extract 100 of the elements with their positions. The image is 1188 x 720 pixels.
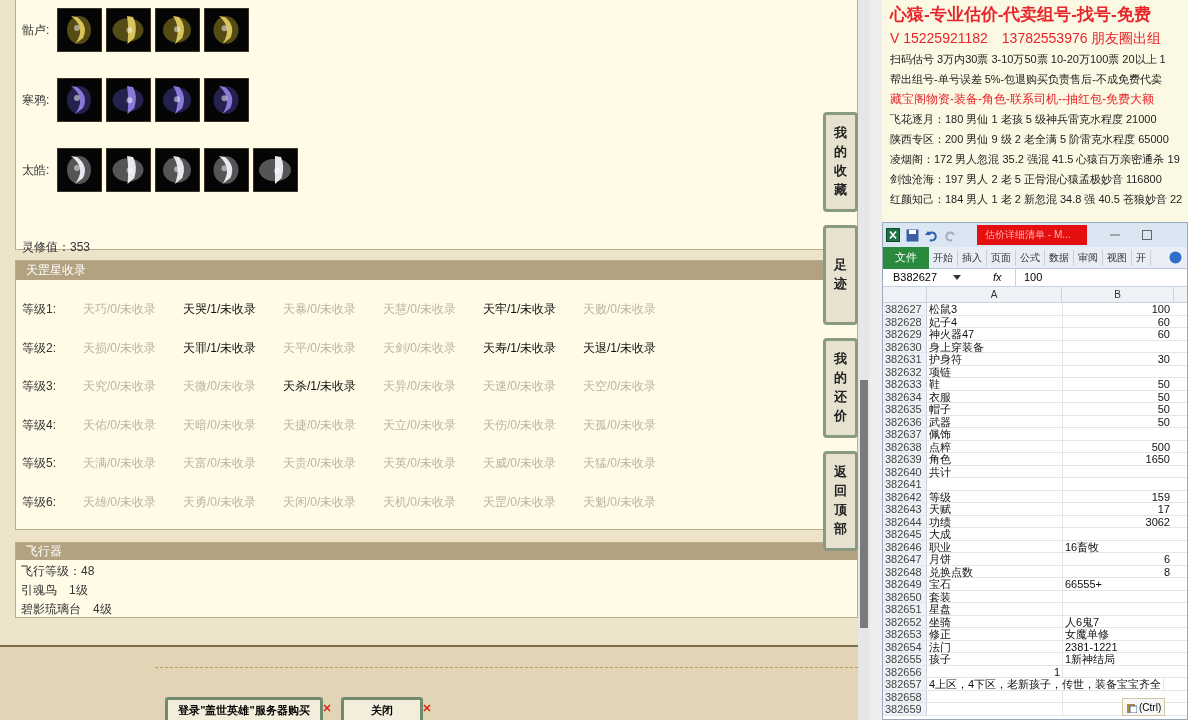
function-label[interactable]: fx (993, 269, 1015, 286)
table-cell: 50 (1062, 378, 1174, 390)
table-cell: 3062 (1062, 515, 1174, 527)
table-cell: 1650 (1062, 453, 1174, 465)
table-cell: 50 (1062, 415, 1174, 427)
row-header[interactable]: 382653 (883, 628, 927, 640)
window-title: 估价详细清单 - M... (977, 225, 1087, 245)
paste-options-button[interactable]: (Ctrl) (1122, 698, 1166, 716)
table-cell: 100 (1062, 303, 1174, 315)
ribbon-tab[interactable]: 插入 (958, 249, 987, 266)
action-button[interactable]: 关闭 (341, 697, 423, 720)
table-cell-text: 法门 (928, 640, 952, 652)
level-label: 等级2: (22, 339, 57, 357)
table-cell: 500 (1062, 440, 1174, 452)
table-cell-text: 功绩 (928, 515, 952, 527)
scrollbar[interactable] (858, 0, 870, 720)
star-entry: 天寿/1/未收录 (483, 339, 558, 357)
star-entry: 天魁/0/未收录 (583, 493, 658, 511)
row-header[interactable]: 382655 (883, 653, 927, 665)
star-entry: 天捷/0/未收录 (283, 416, 358, 434)
side-button[interactable]: 返回顶部 (823, 451, 858, 551)
table-cell-text: 佩饰 (928, 428, 952, 440)
spirit-value: 灵修值：353 (22, 239, 92, 256)
dropdown-caret-icon[interactable] (953, 274, 961, 281)
formula-field[interactable]: 100 (1015, 269, 1187, 286)
table-cell: 1新神结局 (1062, 653, 1174, 665)
star-entry: 天空/0/未收录 (583, 378, 658, 396)
table-cell: 159 (1062, 490, 1174, 502)
table-cell: 人6鬼7 (1062, 615, 1174, 627)
table-cell-text: 修正 (928, 628, 952, 640)
row-header[interactable]: 382643 (883, 503, 927, 515)
table-cell-text: 4上区，4下区，老新孩子，传世，装备宝宝齐全 (928, 678, 1163, 690)
star-entry: 天勇/0/未收录 (183, 493, 258, 511)
table-cell-text: 身上穿装备 (928, 340, 985, 352)
name-box[interactable]: B382627 (883, 269, 953, 286)
ribbon-tab[interactable]: 文件 (883, 246, 929, 269)
document-line: 陕西专区：200 男仙 9 级 2 老全满 5 阶雷克水程度 65000 (890, 132, 1170, 147)
star-entry: 天巧/0/未收录 (83, 301, 158, 319)
row-header[interactable]: 382631 (883, 353, 927, 365)
table-cell-text: 孩子 (928, 653, 952, 665)
row-header[interactable]: 382633 (883, 378, 927, 390)
star-entry: 天败/0/未收录 (583, 301, 658, 319)
document-line: V 15225921182 13782553976 朋友圈出组 (890, 29, 1163, 48)
row-header[interactable]: 382637 (883, 428, 927, 440)
ribbon-tab[interactable]: 页面 (987, 249, 1016, 266)
undo-icon[interactable] (925, 228, 938, 242)
star-entry: 天哭/1/未收录 (183, 301, 258, 319)
row-label: 寒鸦: (22, 92, 51, 109)
ribbon-tab[interactable]: 数据 (1045, 249, 1074, 266)
table-cell: 16畜牧 (1062, 540, 1174, 552)
ribbon-tab[interactable]: 公式 (1016, 249, 1045, 266)
table-cell-text: 项链 (928, 365, 952, 377)
table-cell-text: 套装 (928, 590, 952, 602)
star-entry: 天损/0/未收录 (83, 339, 158, 357)
table-cell: 17 (1062, 503, 1174, 515)
ribbon-tab[interactable]: 审阅 (1074, 249, 1103, 266)
star-entry: 天雄/0/未收录 (83, 493, 158, 511)
row-header[interactable]: 382635 (883, 403, 927, 415)
info-text: 碧影琉璃台 4级 (21, 601, 113, 618)
side-button[interactable]: 我的收藏 (823, 112, 858, 212)
table-cell-text: 职业 (928, 540, 952, 552)
info-text: 飞行等级：48 (21, 563, 96, 580)
column-header[interactable]: B (1062, 287, 1174, 302)
star-entry: 天孤/0/未收录 (583, 416, 658, 434)
column-header[interactable]: A (927, 287, 1062, 302)
cross-icon (323, 704, 331, 712)
row-header[interactable]: 382645 (883, 528, 927, 540)
star-entry: 天猛/0/未收录 (583, 455, 658, 473)
level-label: 等级4: (22, 416, 57, 434)
section-header: 飞行器 (16, 543, 857, 560)
side-button[interactable]: 我的还价 (823, 338, 858, 438)
ribbon-tab[interactable]: 开始 (929, 249, 958, 266)
document-line: 扫码估号 3万内30票 3-10万50票 10-20万100票 20以上 1 (890, 52, 1167, 67)
level-label: 等级3: (22, 378, 57, 396)
ribbon-tab[interactable]: 视图 (1103, 249, 1132, 266)
row-header[interactable]: 382657 (883, 678, 927, 690)
row-header[interactable]: 382629 (883, 328, 927, 340)
save-icon[interactable] (906, 228, 919, 242)
maximize-icon[interactable] (1141, 229, 1153, 241)
excel-icon[interactable] (886, 228, 900, 242)
table-cell-text: 帽子 (928, 403, 952, 415)
table-cell-text: 大成 (928, 528, 952, 540)
document-line: 红颜知己：184 男人 1 老 2 新忽混 34.8 强 40.5 苍狼妙音 22 (890, 192, 1184, 207)
table-cell-text: 坐骑 (928, 615, 952, 627)
side-button[interactable]: 足迹 (823, 225, 858, 325)
row-header[interactable]: 382639 (883, 453, 927, 465)
row-header[interactable]: 382627 (883, 303, 927, 315)
row-header[interactable]: 382659 (883, 703, 927, 715)
ribbon-tab[interactable]: 开 (1132, 249, 1151, 266)
row-header[interactable]: 382647 (883, 553, 927, 565)
star-entry: 天立/0/未收录 (383, 416, 458, 434)
star-entry: 天暴/0/未收录 (283, 301, 358, 319)
row-label: 太皓: (22, 162, 51, 179)
star-entry: 天异/0/未收录 (383, 378, 458, 396)
table-cell-text: 衣服 (928, 390, 952, 402)
row-header[interactable]: 382641 (883, 478, 927, 490)
row-header[interactable]: 382651 (883, 603, 927, 615)
row-header[interactable]: 382649 (883, 578, 927, 590)
level-label: 等级1: (22, 301, 57, 319)
action-button[interactable]: 登录"盖世英雄"服务器购买 (165, 697, 323, 720)
